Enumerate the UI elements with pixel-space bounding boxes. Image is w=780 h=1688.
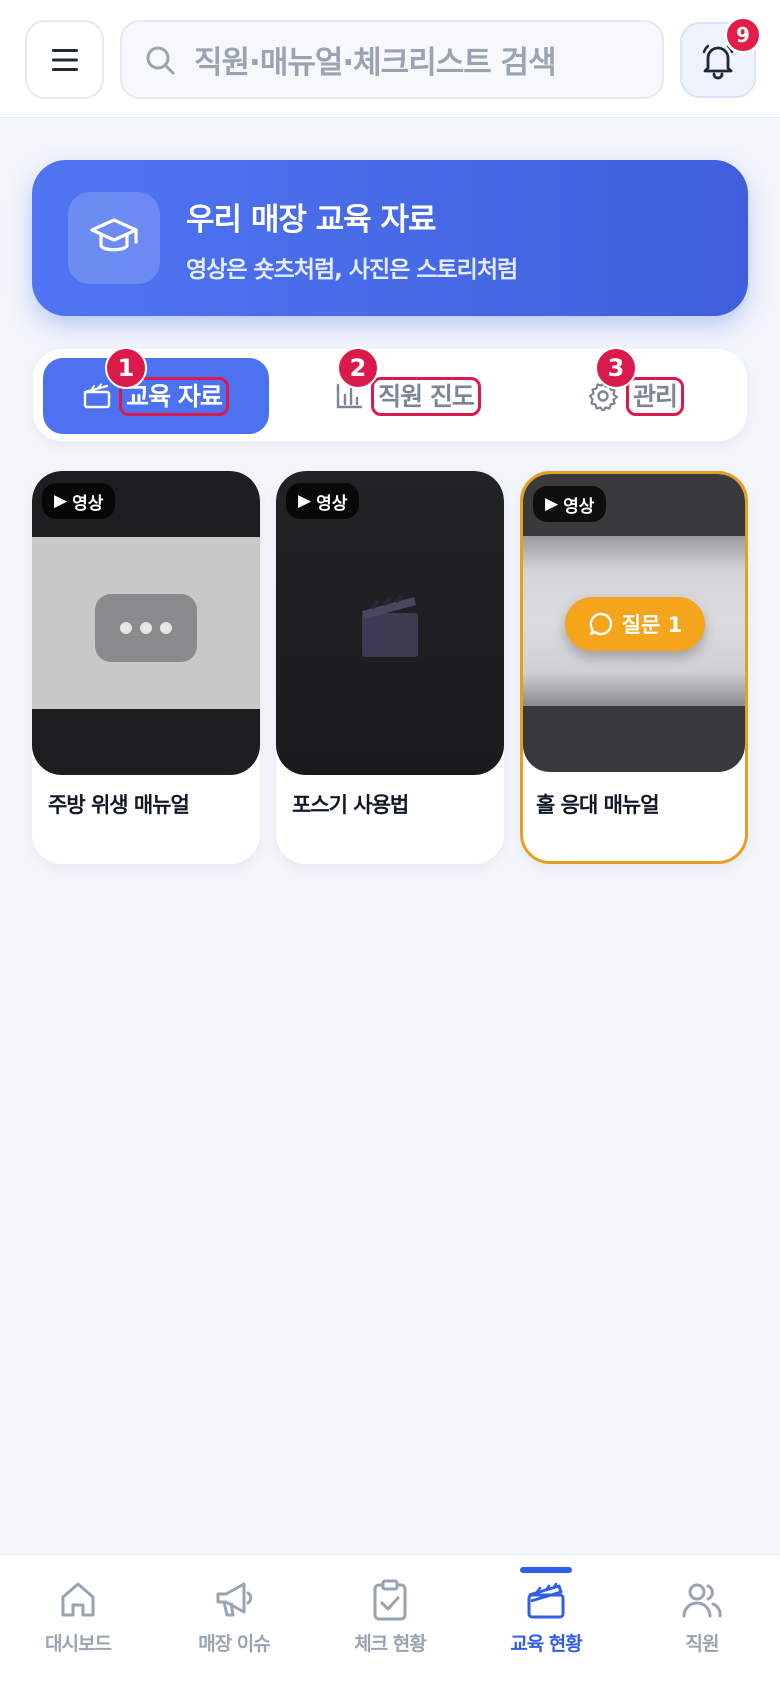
tab-staff-progress[interactable]: 직원 진도 <box>295 358 521 434</box>
clapperboard-icon <box>362 593 418 657</box>
chat-bubble-icon <box>589 612 612 636</box>
search-placeholder: 직원·매뉴얼·체크리스트 검색 <box>194 45 557 81</box>
notification-count-badge: 9 <box>724 16 762 54</box>
tab-education-materials[interactable]: 교육 자료 <box>43 358 269 434</box>
bottom-navigation: 대시보드 매장 이슈 체크 현황 교육 현황 직원 <box>0 1554 780 1688</box>
menu-button[interactable] <box>25 20 104 99</box>
card-title: 주방 위생 매뉴얼 <box>48 793 190 817</box>
megaphone-icon <box>216 1582 253 1617</box>
nav-label: 교육 현황 <box>510 1633 583 1655</box>
tab-bar: 교육 자료 직원 진도 관리 1 2 3 <box>32 347 748 442</box>
notification-button[interactable]: 9 <box>680 16 762 98</box>
video-type-badge: ▶ 영상 <box>533 486 607 522</box>
tab-label: 관리 <box>625 376 684 416</box>
play-icon: ▶ <box>54 491 68 511</box>
clapperboard-icon <box>83 383 111 409</box>
clapperboard-icon <box>527 1582 565 1619</box>
card-title: 포스기 사용법 <box>292 793 409 817</box>
education-banner: 우리 매장 교육 자료 영상은 숏츠처럼, 사진은 스토리처럼 <box>32 160 748 316</box>
more-dots-icon <box>95 594 197 662</box>
nav-education-status[interactable]: 교육 현황 <box>468 1555 624 1688</box>
search-input[interactable]: 직원·매뉴얼·체크리스트 검색 <box>120 20 664 99</box>
video-type-label: 영상 <box>316 493 348 514</box>
step-badge-3: 3 <box>595 347 637 389</box>
banner-title: 우리 매장 교육 자료 <box>186 202 437 238</box>
video-card[interactable]: ▶ 영상 주방 위생 매뉴얼 <box>32 471 260 864</box>
nav-check-status[interactable]: 체크 현황 <box>312 1555 468 1688</box>
question-count-label: 질문 1 <box>621 613 683 637</box>
nav-label: 직원 <box>685 1633 720 1655</box>
nav-label: 매장 이슈 <box>198 1633 271 1655</box>
nav-staff[interactable]: 직원 <box>624 1555 780 1688</box>
video-type-label: 영상 <box>563 496 595 517</box>
tab-label: 직원 진도 <box>371 376 481 416</box>
play-icon: ▶ <box>545 494 559 514</box>
banner-subtitle: 영상은 숏츠처럼, 사진은 스토리처럼 <box>186 257 518 283</box>
top-header: 직원·매뉴얼·체크리스트 검색 9 <box>0 0 780 118</box>
video-card[interactable]: ▶ 영상 질문 1 홀 응대 매뉴얼 <box>520 471 748 864</box>
video-thumbnail[interactable]: ▶ 영상 질문 1 <box>523 474 745 772</box>
hamburger-icon <box>51 48 78 71</box>
card-title: 홀 응대 매뉴얼 <box>536 793 660 817</box>
nav-label: 대시보드 <box>45 1633 112 1655</box>
home-icon <box>61 1582 95 1617</box>
video-type-badge: ▶ 영상 <box>286 483 360 519</box>
video-thumbnail[interactable]: ▶ 영상 <box>276 471 504 775</box>
nav-label: 체크 현황 <box>354 1633 427 1655</box>
graduation-cap-icon <box>68 192 160 284</box>
nav-dashboard[interactable]: 대시보드 <box>0 1555 156 1688</box>
step-badge-2: 2 <box>337 347 379 389</box>
video-type-label: 영상 <box>72 493 104 514</box>
nav-store-issues[interactable]: 매장 이슈 <box>156 1555 312 1688</box>
search-icon <box>146 46 175 74</box>
video-card[interactable]: ▶ 영상 포스기 사용법 <box>276 471 504 864</box>
clipboard-check-icon <box>373 1579 407 1621</box>
step-badge-1: 1 <box>105 347 147 389</box>
video-thumbnail[interactable]: ▶ 영상 <box>32 471 260 775</box>
question-count-button[interactable]: 질문 1 <box>565 597 705 651</box>
users-icon <box>682 1583 722 1618</box>
play-icon: ▶ <box>298 491 312 511</box>
video-type-badge: ▶ 영상 <box>42 483 116 519</box>
